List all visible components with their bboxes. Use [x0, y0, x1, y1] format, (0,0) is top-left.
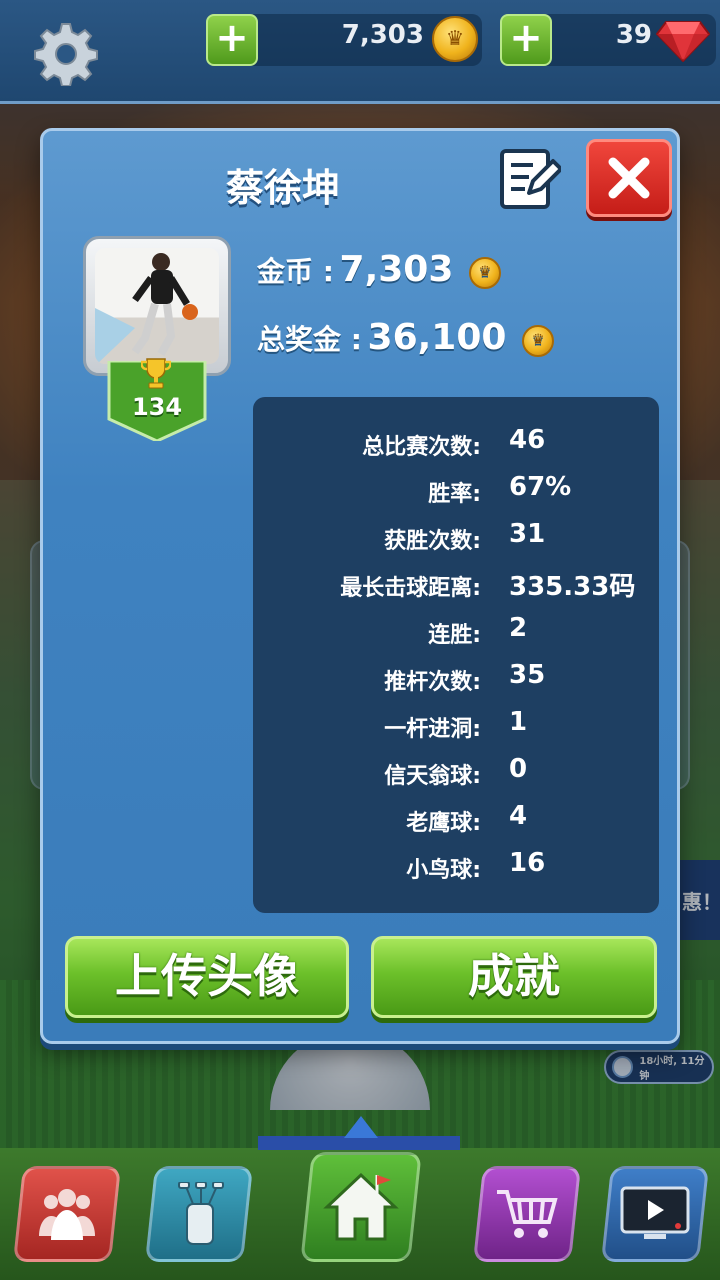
coin-balance: 7,303	[341, 20, 424, 50]
stats-panel: 总比赛次数: 46 胜率: 67% 获胜次数: 31 最长击球距离: 335.3…	[253, 397, 659, 913]
edit-profile-icon[interactable]	[499, 145, 561, 211]
achievements-button[interactable]: 成就	[371, 936, 657, 1018]
add-gems-button[interactable]: +	[500, 14, 552, 66]
stat-value: 16	[509, 848, 546, 878]
stat-label: 连胜:	[428, 623, 481, 648]
stat-label: 胜率:	[428, 482, 481, 507]
coins-row: 金币 : 7,303	[257, 249, 501, 293]
stat-label: 一杆进洞:	[384, 717, 481, 742]
stat-row: 信天翁球: 0	[253, 750, 659, 790]
upload-avatar-button[interactable]: 上传头像	[65, 936, 349, 1018]
stat-value: 46	[509, 425, 546, 455]
close-x-icon	[608, 157, 650, 199]
stat-label: 最长击球距离:	[340, 576, 481, 601]
nav-home[interactable]	[300, 1152, 422, 1262]
nav-shop[interactable]	[472, 1166, 582, 1262]
stat-value: 2	[509, 613, 528, 643]
nav-active-indicator	[258, 1136, 460, 1150]
avatar-person-image	[95, 253, 198, 364]
stat-value: 67%	[509, 472, 572, 502]
stat-value: 335.33码	[509, 572, 636, 602]
nav-golf-bag[interactable]	[144, 1166, 254, 1262]
total-prize-value: 36,100	[367, 317, 507, 358]
nav-replays[interactable]	[600, 1166, 710, 1262]
home-icon	[323, 1172, 399, 1241]
coins-label: 金币 :	[257, 255, 334, 288]
stat-label: 获胜次数:	[384, 529, 481, 554]
avatar[interactable]	[83, 236, 231, 376]
stat-label: 总比赛次数:	[362, 435, 481, 460]
nav-social[interactable]	[12, 1166, 122, 1262]
close-button[interactable]	[586, 139, 672, 217]
stat-row: 连胜: 2	[253, 609, 659, 649]
stat-row: 最长击球距离: 335.33码	[253, 562, 659, 602]
stat-label: 老鹰球:	[406, 811, 481, 836]
player-name: 蔡徐坤	[225, 166, 340, 210]
nav-arrow-icon	[344, 1116, 378, 1138]
golf-bag-icon	[178, 1182, 224, 1245]
ruby-gem-icon	[656, 21, 710, 62]
coins-value: 7,303	[339, 249, 454, 290]
gear-icon[interactable]	[34, 22, 98, 86]
stat-row: 总比赛次数: 46	[253, 421, 659, 461]
stat-label: 信天翁球:	[384, 764, 481, 789]
total-prize-label: 总奖金 :	[257, 323, 362, 356]
avatar-photo	[95, 248, 219, 364]
tv-replay-icon	[620, 1186, 690, 1239]
stat-label: 推杆次数:	[384, 670, 481, 695]
stat-value: 1	[509, 707, 528, 737]
stat-value: 31	[509, 519, 546, 549]
add-coins-button[interactable]: +	[206, 14, 258, 66]
shop-cart-icon	[497, 1190, 558, 1238]
player-level: 134	[131, 393, 183, 421]
stat-row: 小鸟球: 16	[253, 844, 659, 884]
crown-coin-icon	[468, 256, 501, 289]
stat-row: 老鹰球: 4	[253, 797, 659, 837]
social-icon	[39, 1189, 95, 1240]
crown-coin-icon	[432, 16, 478, 62]
total-prize-row: 总奖金 : 36,100	[257, 317, 555, 361]
stat-value: 35	[509, 660, 546, 690]
stat-row: 获胜次数: 31	[253, 515, 659, 555]
stat-value: 4	[509, 801, 528, 831]
stat-label: 小鸟球:	[406, 858, 481, 883]
profile-dialog: 蔡徐坤 134 金币: 7,303 ♛ 总奖金: 36,100 ♛ 总比赛次…	[40, 128, 680, 1044]
stat-row: 一杆进洞: 1	[253, 703, 659, 743]
stat-row: 胜率: 67%	[253, 468, 659, 508]
stat-row: 推杆次数: 35	[253, 656, 659, 696]
gem-balance: 39	[615, 20, 652, 50]
trophy-icon	[141, 358, 171, 389]
stat-value: 0	[509, 754, 528, 784]
crown-coin-icon	[522, 324, 555, 357]
